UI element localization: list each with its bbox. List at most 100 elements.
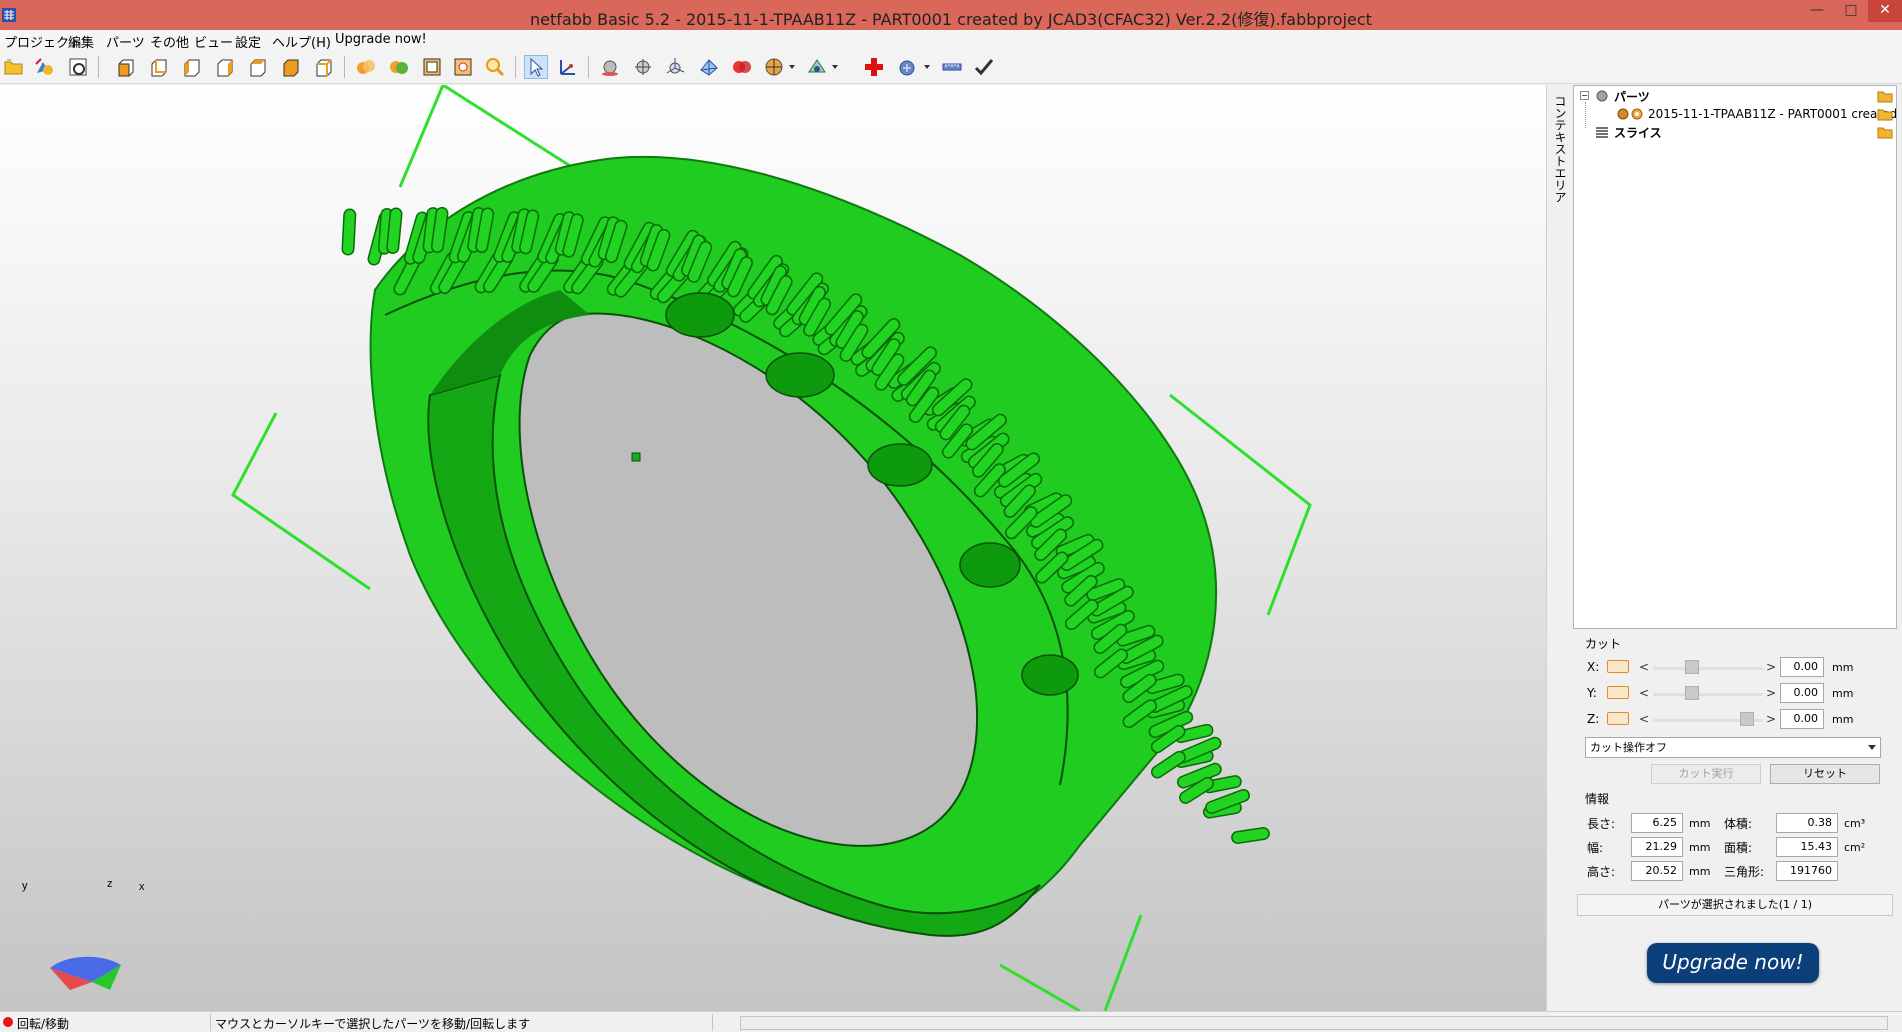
- tree-item-parts[interactable]: パーツ: [1594, 87, 1650, 105]
- slice-icon[interactable]: [762, 55, 786, 79]
- menu-other[interactable]: その他: [150, 32, 189, 51]
- zoom-icon[interactable]: [483, 55, 507, 79]
- slices-icon: [1596, 127, 1608, 138]
- info-section-title: 情報: [1585, 792, 1610, 806]
- select-pointer-icon[interactable]: [524, 55, 548, 79]
- repair-icon[interactable]: [895, 55, 919, 79]
- folder-icon[interactable]: [1877, 107, 1893, 121]
- axis-icon[interactable]: [664, 55, 688, 79]
- cut-z-slider-thumb[interactable]: [1739, 712, 1754, 726]
- volume-label: 体積:: [1724, 817, 1753, 831]
- add-part-icon[interactable]: [33, 55, 57, 79]
- status-separator: [210, 1014, 211, 1031]
- close-button[interactable]: ✕: [1868, 0, 1902, 22]
- cut-z-value[interactable]: 0.00: [1780, 709, 1824, 729]
- menu-upgrade[interactable]: Upgrade now!: [335, 32, 427, 47]
- sphere-icon[interactable]: [598, 55, 622, 79]
- axis-z-label: z: [107, 878, 113, 890]
- boolean-icon[interactable]: [730, 55, 754, 79]
- status-hint: マウスとカーソルキーで選択したパーツを移動/回転します: [215, 1017, 531, 1031]
- open-folder-icon[interactable]: [2, 55, 26, 79]
- cut-x-slider[interactable]: [1653, 667, 1763, 670]
- view-left-icon[interactable]: [180, 55, 204, 79]
- cut-reset-button[interactable]: リセット: [1770, 764, 1880, 784]
- status-separator: [712, 1014, 713, 1031]
- view-top-icon[interactable]: [246, 55, 270, 79]
- cut-y-decrease-button[interactable]: <: [1639, 686, 1649, 700]
- triangles-label: 三角形:: [1724, 865, 1765, 879]
- menu-settings[interactable]: 設定: [235, 32, 261, 51]
- tree-item-slices[interactable]: スライス: [1594, 123, 1662, 141]
- view-bottom-icon[interactable]: [279, 55, 303, 79]
- right-panel: − パーツ 2015-11-1-TPAAB11Z - PART0001 crea…: [1573, 85, 1902, 1011]
- cut-execute-button[interactable]: カット実行: [1651, 764, 1761, 784]
- mesh-icon[interactable]: [697, 55, 721, 79]
- cut-x-toggle[interactable]: [1607, 660, 1629, 673]
- prong-highlight: [343, 210, 355, 254]
- color-parts-icon[interactable]: [354, 55, 378, 79]
- cut-x-slider-thumb[interactable]: [1684, 660, 1699, 674]
- cut-y-slider-thumb[interactable]: [1684, 686, 1699, 700]
- export-icon[interactable]: [66, 55, 90, 79]
- color-layers-icon[interactable]: [387, 55, 411, 79]
- view-iso-icon[interactable]: [312, 55, 336, 79]
- cut-y-unit: mm: [1832, 687, 1854, 700]
- area-value: 15.43: [1776, 837, 1838, 857]
- toolbar-separator: [344, 56, 345, 78]
- apply-check-icon[interactable]: [972, 55, 996, 79]
- view-front-icon[interactable]: [114, 55, 138, 79]
- menu-help[interactable]: ヘルプ(H): [272, 32, 331, 51]
- view-back-icon[interactable]: [147, 55, 171, 79]
- cut-y-increase-button[interactable]: >: [1766, 686, 1776, 700]
- add-repair-icon[interactable]: [862, 55, 886, 79]
- cut-y-slider[interactable]: [1653, 693, 1763, 696]
- area-label: 面積:: [1724, 841, 1753, 855]
- length-value: 6.25: [1631, 813, 1683, 833]
- ruler-icon[interactable]: [940, 55, 964, 79]
- context-area-strip[interactable]: コンテキストエリア: [1546, 85, 1573, 1011]
- 3d-viewport[interactable]: y z x: [0, 85, 1546, 1011]
- cut-z-toggle[interactable]: [1607, 712, 1629, 725]
- visibility-icon[interactable]: [1630, 107, 1644, 121]
- menu-parts[interactable]: パーツ: [106, 32, 145, 51]
- measure-icon[interactable]: [556, 55, 580, 79]
- maximize-button[interactable]: □: [1834, 0, 1868, 22]
- selection-status: パーツが選択されました(1 / 1): [1577, 894, 1893, 916]
- cut-y-toggle[interactable]: [1607, 686, 1629, 699]
- cut-mode-value: カット操作オフ: [1590, 741, 1667, 754]
- analysis-dropdown-icon[interactable]: [832, 65, 838, 69]
- parts-icon: [1596, 90, 1608, 102]
- repair-dropdown-icon[interactable]: [924, 65, 930, 69]
- cut-x-value[interactable]: 0.00: [1780, 657, 1824, 677]
- menu-view[interactable]: ビュー: [194, 32, 233, 51]
- tree-item-part[interactable]: 2015-11-1-TPAAB11Z - PART0001 created: [1616, 105, 1897, 123]
- cut-z-decrease-button[interactable]: <: [1639, 712, 1649, 726]
- ring-model-scene[interactable]: y z x: [0, 85, 1546, 1011]
- status-mode: 回転/移動: [17, 1017, 70, 1031]
- prong-highlight: [1232, 828, 1269, 843]
- upgrade-now-button[interactable]: Upgrade now!: [1647, 943, 1819, 983]
- prong-highlight: [387, 208, 401, 253]
- menu-edit[interactable]: 編集: [68, 32, 94, 51]
- prong-highlight: [432, 208, 447, 252]
- cut-z-increase-button[interactable]: >: [1766, 712, 1776, 726]
- cut-x-increase-button[interactable]: >: [1766, 660, 1776, 674]
- slice-dropdown-icon[interactable]: [789, 65, 795, 69]
- cut-y-label: Y:: [1587, 686, 1597, 700]
- axis-gizmo: y z x: [22, 878, 145, 990]
- volume-value: 0.38: [1776, 813, 1838, 833]
- view-right-icon[interactable]: [213, 55, 237, 79]
- cut-x-decrease-button[interactable]: <: [1639, 660, 1649, 674]
- wireframe-icon[interactable]: [420, 55, 444, 79]
- folder-icon[interactable]: [1877, 125, 1893, 139]
- cut-z-unit: mm: [1832, 713, 1854, 726]
- tree-parts-label: パーツ: [1614, 89, 1650, 104]
- zoom-selection-icon[interactable]: [451, 55, 475, 79]
- analysis-icon[interactable]: [805, 55, 829, 79]
- sphere-move-icon[interactable]: [631, 55, 655, 79]
- cut-y-value[interactable]: 0.00: [1780, 683, 1824, 703]
- cut-mode-select[interactable]: カット操作オフ: [1585, 737, 1881, 758]
- folder-icon[interactable]: [1877, 89, 1893, 103]
- minimize-button[interactable]: —: [1800, 0, 1834, 22]
- tree-collapse-toggle[interactable]: −: [1580, 91, 1589, 100]
